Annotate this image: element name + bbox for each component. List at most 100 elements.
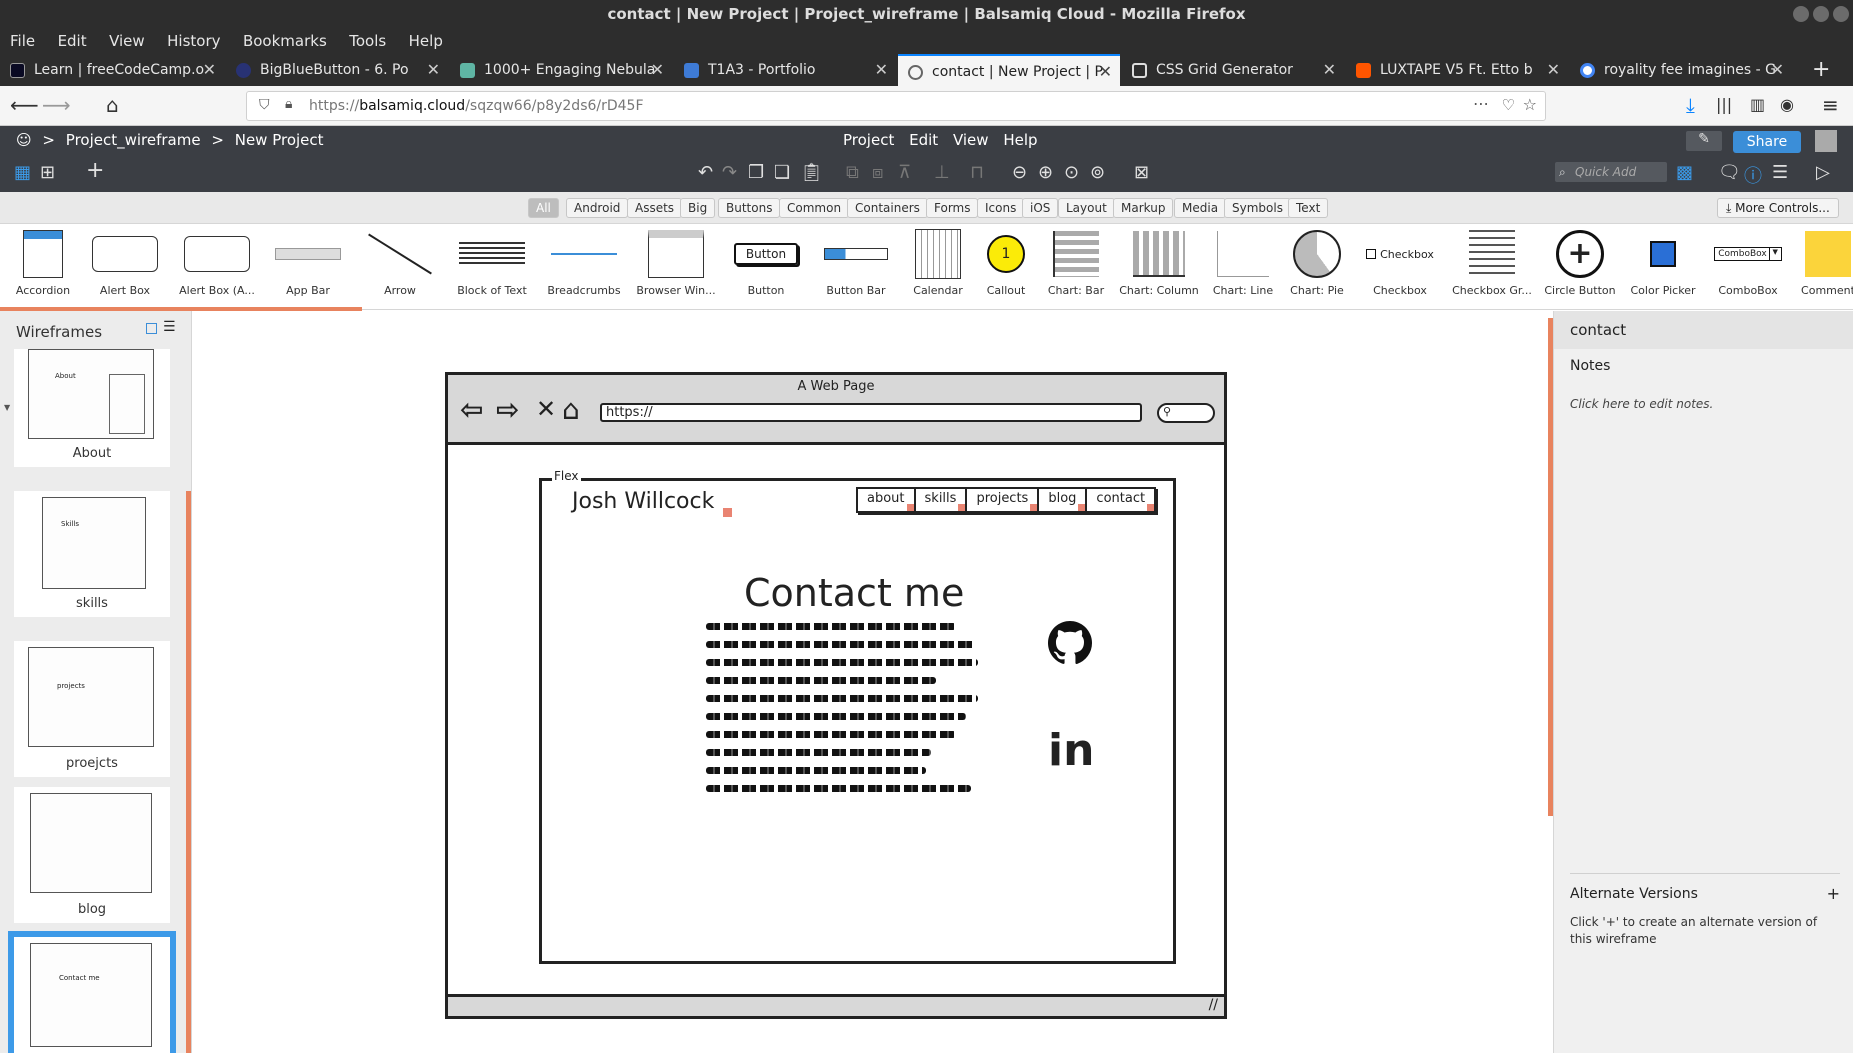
lib-callout[interactable]: 1 Callout [966, 228, 1046, 297]
filter-symbols[interactable]: Symbols [1224, 198, 1291, 218]
new-tab-button[interactable]: + [1800, 54, 1840, 86]
single-view-icon[interactable]: ▦ [14, 162, 31, 183]
paste-icon[interactable]: 📋︎ [800, 162, 823, 183]
undo-icon[interactable]: ↶ [698, 162, 713, 183]
home-icon[interactable]: ⌂ [106, 93, 119, 117]
download-icon[interactable]: ⤓ [1686, 93, 1695, 117]
copy-icon[interactable]: ❏ [774, 162, 790, 183]
wireframe-name[interactable]: contact [1554, 311, 1853, 349]
lib-block-of-text[interactable]: Block of Text [452, 228, 532, 297]
close-tab-icon[interactable]: ✕ [1771, 54, 1784, 86]
pocket-icon[interactable]: ♡ [1502, 96, 1515, 114]
menu-edit[interactable]: Edit [58, 28, 87, 54]
lib-chart-pie[interactable]: Chart: Pie [1277, 228, 1357, 297]
wf-nav-contact[interactable]: contact [1087, 489, 1154, 511]
edit-mode-icon[interactable]: ✎ [1686, 131, 1722, 151]
filter-big[interactable]: Big [680, 198, 716, 218]
wf-contact-heading[interactable]: Contact me [744, 571, 964, 615]
page-actions-icon[interactable]: ⋯ [1473, 94, 1489, 113]
app-menu-help[interactable]: Help [1003, 131, 1037, 149]
add-alternate-version-button[interactable]: + [1827, 884, 1840, 903]
back-icon[interactable]: ⟵ [10, 93, 39, 117]
filter-ios[interactable]: iOS [1022, 198, 1059, 218]
close-tab-icon[interactable]: ✕ [427, 54, 440, 86]
wf-nav-projects[interactable]: projects [967, 489, 1040, 511]
menu-tools[interactable]: Tools [349, 28, 386, 54]
close-tab-icon[interactable]: ✕ [1099, 56, 1112, 86]
tab-nebula[interactable]: 1000+ Engaging Nebula ✕ [450, 54, 672, 86]
ungroup-icon[interactable]: ⧈ [872, 162, 883, 183]
filter-containers[interactable]: Containers [847, 198, 928, 218]
zoom-in-icon[interactable]: ⊕ [1038, 162, 1053, 183]
lib-chart-column[interactable]: Chart: Column [1119, 228, 1199, 297]
app-menu-view[interactable]: View [953, 131, 989, 149]
hamburger-menu-icon[interactable]: ≡ [1822, 93, 1839, 117]
filter-android[interactable]: Android [566, 198, 629, 218]
tab-bigbluebutton[interactable]: BigBlueButton - 6. Po ✕ [226, 54, 448, 86]
menu-file[interactable]: File [10, 28, 35, 54]
lib-accordion[interactable]: Accordion [3, 228, 83, 297]
wf-text-block[interactable] [706, 623, 986, 803]
wireframe-flex-container[interactable]: Flex Josh Willcock about skills projects… [539, 469, 1176, 964]
filter-markup[interactable]: Markup [1113, 198, 1174, 218]
menu-bookmarks[interactable]: Bookmarks [243, 28, 327, 54]
balsamiq-logo-icon[interactable]: ☺ [16, 131, 32, 149]
filter-icons[interactable]: Icons [977, 198, 1025, 218]
grid-view-icon[interactable]: ⊞ [40, 162, 55, 183]
breadcrumb-page[interactable]: New Project [235, 131, 324, 149]
url-text[interactable]: https://balsamiq.cloud/sqzqw66/p8y2ds6/r… [309, 92, 644, 120]
page-thumb-skills[interactable]: Skills skills [14, 491, 170, 617]
avatar[interactable] [1815, 130, 1837, 152]
close-tab-icon[interactable]: ✕ [203, 54, 216, 86]
app-menu-project[interactable]: Project [843, 131, 894, 149]
close-tab-icon[interactable]: ✕ [651, 54, 664, 86]
page-thumb-about[interactable]: About About [14, 349, 170, 467]
lib-checkbox[interactable]: Checkbox Checkbox [1360, 228, 1440, 297]
lib-combobox[interactable]: ComboBox ▼ ComboBox [1708, 228, 1788, 297]
lib-color-picker[interactable]: Color Picker [1623, 228, 1703, 297]
presentation-icon[interactable]: ▷ [1816, 162, 1830, 183]
tab-balsamiq-active[interactable]: contact | New Project | P ✕ [898, 54, 1120, 86]
tab-soundcloud[interactable]: LUXTAPE V5 Ft. Etto b ✕ [1346, 54, 1568, 86]
page-thumb-projects[interactable]: projects proejcts [14, 641, 170, 777]
lib-alert-box[interactable]: Alert Box [85, 228, 165, 297]
page-thumb-contact[interactable]: Contact me [8, 931, 176, 1053]
filter-assets[interactable]: Assets [627, 198, 683, 218]
delete-icon[interactable]: ⊠ [1134, 162, 1149, 183]
info-icon[interactable]: ⓘ [1744, 162, 1762, 188]
page-list-icon[interactable]: ☰ [163, 319, 176, 335]
filter-text[interactable]: Text [1288, 198, 1329, 218]
redo-icon[interactable]: ↷ [722, 162, 737, 183]
lib-chart-bar[interactable]: Chart: Bar [1036, 228, 1116, 297]
menu-view[interactable]: View [109, 28, 145, 54]
lib-button-bar[interactable]: Button Bar [816, 228, 896, 297]
minimize-icon[interactable] [1793, 6, 1809, 22]
zoom-out-icon[interactable]: ⊖ [1012, 162, 1027, 183]
tab-freecodecamp[interactable]: Learn | freeCodeCamp.o ✕ [0, 54, 224, 86]
menu-help[interactable]: Help [409, 28, 443, 54]
sidebar-icon[interactable]: ▥ [1750, 93, 1765, 117]
lock-item-icon[interactable]: ⊓ [970, 162, 984, 183]
maximize-icon[interactable] [1813, 6, 1829, 22]
bring-front-icon[interactable]: ⊼ [898, 162, 911, 183]
duplicate-icon[interactable]: ❐ [748, 162, 764, 183]
properties-icon[interactable]: ☰ [1772, 162, 1788, 183]
close-tab-icon[interactable]: ✕ [1323, 54, 1336, 86]
comments-icon[interactable]: 🗨︎ [1718, 162, 1741, 183]
url-bar[interactable]: ⛉ 🔒︎ https://balsamiq.cloud/sqzqw66/p8y2… [246, 91, 1546, 121]
add-icon[interactable]: + [86, 158, 104, 183]
lib-arrow[interactable]: Arrow [360, 228, 440, 297]
tab-google[interactable]: royality fee imagines - G ✕ [1570, 54, 1792, 86]
wf-name-heading[interactable]: Josh Willcock [572, 489, 714, 514]
library-icon[interactable]: ||| [1716, 93, 1732, 117]
github-icon[interactable] [1048, 621, 1093, 669]
lib-breadcrumbs[interactable]: Breadcrumbs [544, 228, 624, 297]
filter-common[interactable]: Common [779, 198, 850, 218]
wf-nav-skills[interactable]: skills [916, 489, 968, 511]
tab-t1a3-portfolio[interactable]: T1A3 - Portfolio ✕ [674, 54, 896, 86]
menu-history[interactable]: History [167, 28, 220, 54]
wf-nav-button-bar[interactable]: about skills projects blog contact [856, 487, 1157, 513]
bookmark-star-icon[interactable]: ☆ [1523, 95, 1537, 114]
app-menu-edit[interactable]: Edit [909, 131, 938, 149]
share-button[interactable]: Share [1733, 131, 1801, 153]
